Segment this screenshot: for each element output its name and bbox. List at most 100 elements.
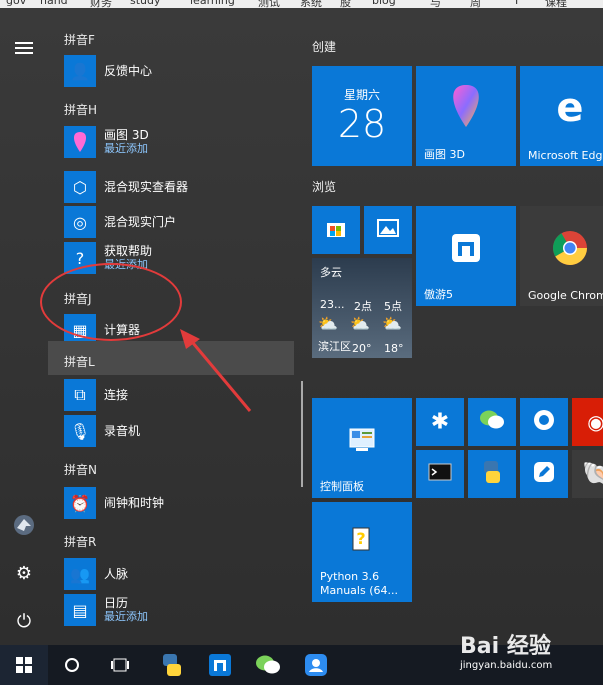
feedback-icon: 👤 <box>64 55 96 87</box>
tile-store[interactable] <box>312 206 360 254</box>
chrome-icon <box>520 230 603 270</box>
tile-shell[interactable]: 🐚 <box>572 450 603 498</box>
group-header-f[interactable]: 拼音F <box>64 31 95 48</box>
weather-temp: 20° <box>352 342 372 355</box>
tile-terminal[interactable] <box>416 450 464 498</box>
group-header-r[interactable]: 拼音R <box>64 533 96 550</box>
app-item-voice-recorder[interactable]: 🎙 录音机 <box>64 414 140 448</box>
app-item-connect[interactable]: ⧉ 连接 <box>64 378 128 412</box>
app-item-calendar[interactable]: ▤ 日历 最近添加 <box>64 593 148 627</box>
tile-label: Microsoft Edge <box>528 149 603 162</box>
app-name: 获取帮助 <box>104 244 153 258</box>
tile-star[interactable]: ✱ <box>416 398 464 446</box>
microphone-icon: 🎙 <box>64 415 96 447</box>
tile-edge[interactable]: e Microsoft Edge <box>520 66 603 166</box>
tile-netease-music[interactable] <box>520 398 568 446</box>
app-name: 录音机 <box>104 424 141 438</box>
group-header-l[interactable]: 拼音L <box>64 353 95 370</box>
bookmark-item[interactable]: 课程 <box>545 0 567 8</box>
app-item-paint3d[interactable]: 画图 3D 最近添加 <box>64 125 149 159</box>
app-item-feedback[interactable]: 👤 反馈中心 <box>64 54 152 88</box>
tile-pen[interactable] <box>520 450 568 498</box>
weather-condition: 多云 <box>320 266 342 279</box>
group-header-n[interactable]: 拼音N <box>64 461 97 478</box>
hamburger-icon[interactable] <box>12 36 36 60</box>
bookmark-item[interactable]: 财务 <box>90 0 112 8</box>
tile-group-title-browse[interactable]: 浏览 <box>312 178 336 195</box>
tile-wechat[interactable] <box>468 398 516 446</box>
cast-icon: ⧉ <box>64 379 96 411</box>
app-item-alarms[interactable]: ⏰ 闹钟和时钟 <box>64 486 164 520</box>
bookmark-item[interactable]: study <box>130 0 161 7</box>
avatar[interactable] <box>12 513 36 537</box>
bookmark-item[interactable]: 周 <box>470 0 481 8</box>
cloud-sun-icon: ⛅ <box>382 314 402 333</box>
calendar-day: 28 <box>337 102 387 146</box>
clock-icon: ⏰ <box>64 487 96 519</box>
bookmark-item[interactable]: learning <box>190 0 235 7</box>
calendar-weekday: 星期六 <box>343 88 380 102</box>
paint3d-icon <box>416 83 516 133</box>
highlight-arrow <box>180 329 252 412</box>
tile-python[interactable] <box>468 450 516 498</box>
power-icon[interactable]: ⏻ <box>12 609 36 633</box>
tile-label: 傲游5 <box>424 288 453 301</box>
store-icon <box>312 217 360 243</box>
bookmark-item[interactable]: 系统 <box>300 0 322 8</box>
bookmark-item[interactable]: gov <box>6 0 26 7</box>
tile-paint3d[interactable]: 画图 3D <box>416 66 516 166</box>
weather-time: 23... <box>320 298 345 311</box>
bookmark-item[interactable]: 股 <box>340 0 351 8</box>
wechat-taskbar-icon[interactable] <box>244 645 292 685</box>
app-name: 混合现实查看器 <box>104 180 189 194</box>
maxthon-taskbar-icon[interactable] <box>196 645 244 685</box>
app-name: 日历 <box>104 596 129 610</box>
tile-label: Google Chrome <box>528 289 603 302</box>
app-item-mixed-reality-viewer[interactable]: ⬡ 混合现实查看器 <box>64 170 188 204</box>
watermark-main: Bai 经验 <box>460 634 551 659</box>
tile-control-panel[interactable]: 控制面板 <box>312 398 412 498</box>
calendar-icon: ▤ <box>64 594 96 626</box>
bookmark-item[interactable]: 与 <box>430 0 441 8</box>
cloud-sun-icon: ⛅ <box>318 314 338 333</box>
headset-icon: ◎ <box>64 206 96 238</box>
control-panel-icon <box>312 427 412 457</box>
tile-calendar[interactable]: 星期六 28 <box>312 66 412 166</box>
bookmark-item[interactable]: I <box>515 0 518 7</box>
bookmark-item[interactable]: blog <box>372 0 396 7</box>
app-item-people[interactable]: 👥 人脉 <box>64 557 128 591</box>
tile-python-manuals[interactable]: ? Python 3.6 Manuals (64... <box>312 502 412 602</box>
tile-netease[interactable]: ◉ <box>572 398 603 446</box>
maxthon-icon <box>416 232 516 268</box>
weather-temp: 18° <box>384 342 404 355</box>
weather-time: 2点 <box>354 300 372 313</box>
search-icon[interactable] <box>48 645 96 685</box>
app-item-mixed-reality-portal[interactable]: ◎ 混合现实门户 <box>64 205 176 239</box>
scrollbar[interactable] <box>301 381 303 487</box>
task-view-icon[interactable] <box>96 645 144 685</box>
weather-location: 滨江区 <box>318 340 351 353</box>
python-taskbar-icon[interactable] <box>148 645 196 685</box>
app-name: 闹钟和时钟 <box>104 496 165 510</box>
svg-text:?: ? <box>356 529 365 548</box>
start-rail: ⚙ ⏻ <box>0 8 48 645</box>
gear-icon[interactable]: ⚙ <box>12 561 36 585</box>
tile-photos[interactable] <box>364 206 412 254</box>
recently-added-label: 最近添加 <box>104 610 148 623</box>
start-button[interactable] <box>0 645 48 685</box>
app-name: 连接 <box>104 388 129 402</box>
people-icon: 👥 <box>64 558 96 590</box>
tile-maxthon[interactable]: 傲游5 <box>416 206 516 306</box>
bookmark-item[interactable]: 测试 <box>258 0 280 8</box>
bookmark-item[interactable]: hand <box>40 0 68 7</box>
shell-icon: 🐚 <box>582 461 603 487</box>
tile-area: 创建 星期六 28 画图 3D e Microsoft Edge 浏览 傲游5 <box>312 8 603 645</box>
contacts-taskbar-icon[interactable] <box>292 645 340 685</box>
tile-chrome[interactable]: Google Chrome <box>520 206 603 306</box>
tile-weather[interactable]: 多云 23... 2点 5点 ⛅ ⛅ ⛅ 滨江区 20° 18° <box>312 258 412 358</box>
group-header-h[interactable]: 拼音H <box>64 101 97 118</box>
tile-group-title-create[interactable]: 创建 <box>312 38 336 55</box>
pen-icon <box>520 460 568 488</box>
app-name: 画图 3D <box>104 128 149 142</box>
recently-added-label: 最近添加 <box>104 142 148 155</box>
